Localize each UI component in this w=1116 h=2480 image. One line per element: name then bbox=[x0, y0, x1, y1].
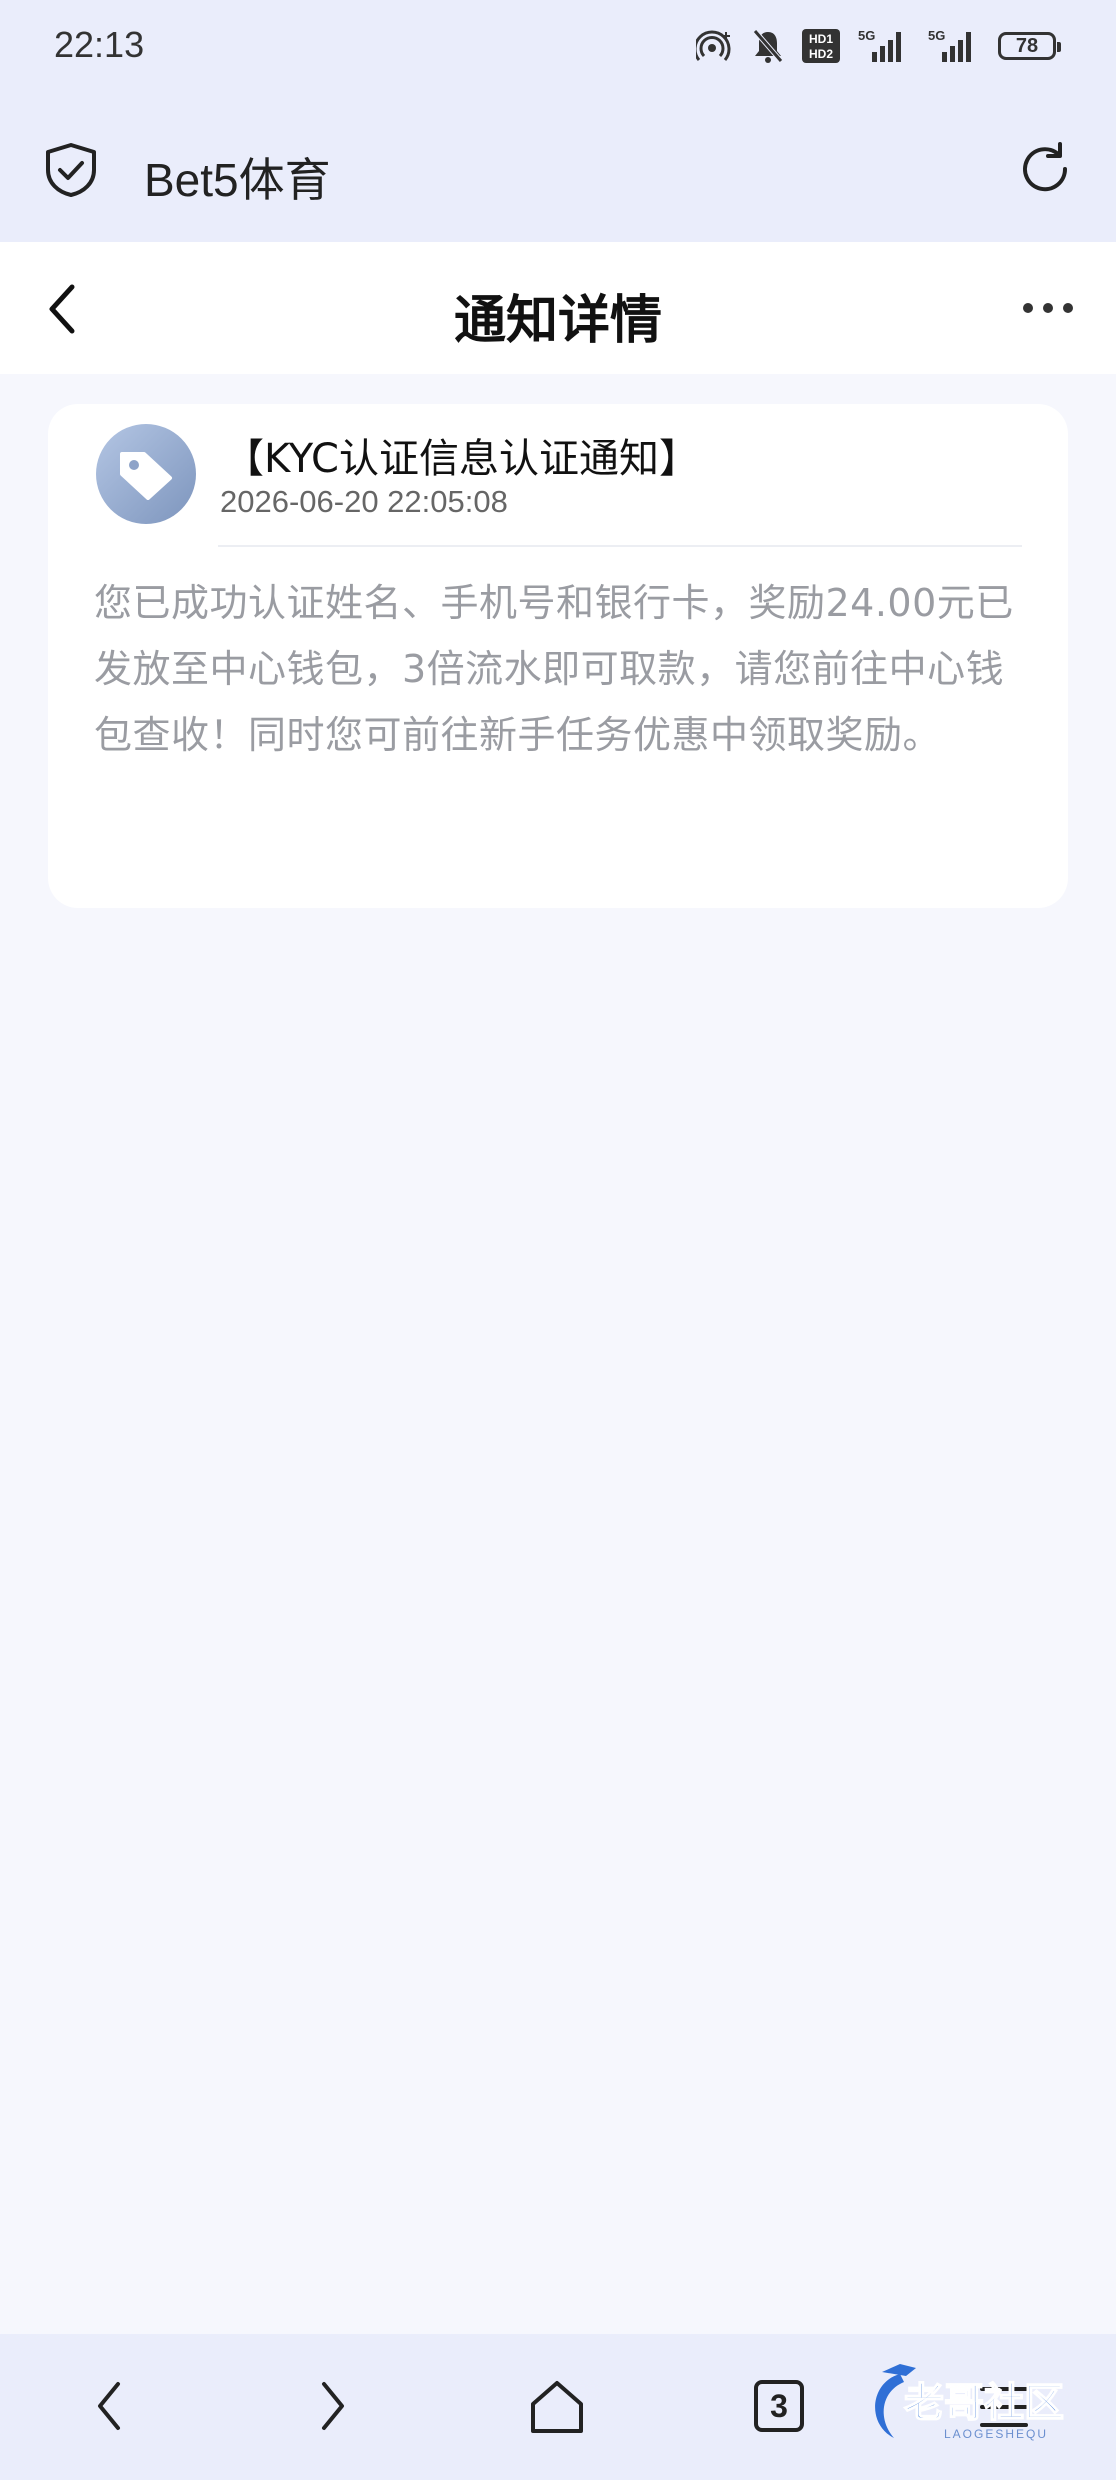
home-icon[interactable] bbox=[528, 2378, 586, 2440]
network-2-label: 5G bbox=[928, 28, 945, 43]
battery-icon: 78 bbox=[998, 32, 1061, 60]
status-bar: 22:13 HD1 HD2 5G 5G 78 bbox=[0, 0, 1116, 96]
notification-title: 【KYC认证信息认证通知】 bbox=[224, 436, 699, 482]
tabs-icon[interactable]: 3 bbox=[754, 2380, 804, 2432]
mute-bell-icon bbox=[753, 29, 783, 63]
hd2-label: HD2 bbox=[809, 47, 833, 61]
browser-title: Bet5体育 bbox=[144, 154, 331, 206]
hotspot-icon bbox=[696, 30, 731, 61]
refresh-icon[interactable] bbox=[1016, 140, 1074, 202]
avatar bbox=[96, 424, 196, 524]
status-icons: HD1 HD2 5G 5G 78 bbox=[696, 28, 1061, 64]
notification-time: 2026-06-20 22:05:08 bbox=[220, 484, 508, 519]
tab-count: 3 bbox=[770, 2387, 788, 2424]
page-title: 通知详情 bbox=[453, 291, 662, 351]
battery-level: 78 bbox=[1015, 34, 1039, 57]
divider bbox=[218, 545, 1022, 547]
signal-5g-icon-2: 5G bbox=[928, 28, 971, 62]
nav-back-icon[interactable] bbox=[92, 2378, 126, 2438]
hd1-label: HD1 bbox=[809, 32, 833, 46]
browser-bar: Bet5体育 bbox=[0, 96, 1116, 242]
watermark-text: 老哥社区 bbox=[904, 2380, 1064, 2426]
hd-icon: HD1 HD2 bbox=[802, 29, 840, 63]
network-1-label: 5G bbox=[858, 28, 875, 43]
watermark-logo: 老哥社区 LAOGESHEQU bbox=[875, 2364, 1065, 2441]
more-icon[interactable] bbox=[1020, 298, 1076, 322]
notification-card: 【KYC认证信息认证通知】 2026-06-20 22:05:08 您已成功认证… bbox=[48, 404, 1068, 908]
notification-body: 您已成功认证姓名、手机号和银行卡，奖励24.00元已发放至中心钱包，3倍流水即可… bbox=[94, 581, 1014, 757]
page-header: 通知详情 bbox=[0, 242, 1116, 374]
shield-check-icon[interactable] bbox=[44, 142, 98, 202]
tag-icon bbox=[120, 452, 172, 500]
watermark-subtext: LAOGESHEQU bbox=[944, 2427, 1048, 2441]
bottom-nav: 3 老哥社区 LAOGESHEQU bbox=[0, 2334, 1116, 2480]
status-time: 22:13 bbox=[54, 24, 145, 65]
nav-forward-icon[interactable] bbox=[316, 2378, 350, 2438]
signal-5g-icon: 5G bbox=[858, 28, 901, 62]
